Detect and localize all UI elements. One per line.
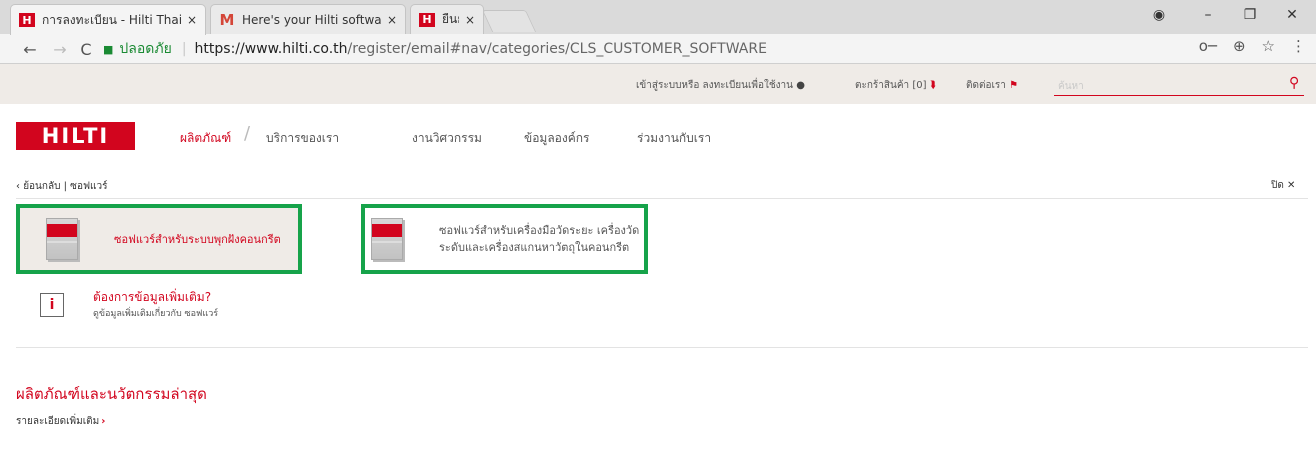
key-icon[interactable]: o─ — [1199, 37, 1217, 55]
more-info-link[interactable]: ดูข้อมูลเพิ่มเติมเกี่ยวกับ ซอฟแวร์ — [93, 306, 218, 320]
main-nav: HILTI ผลิตภัณฑ์ / บริการของเรา งานวิศวกร… — [0, 104, 1316, 166]
browser-menu-icon[interactable]: ⋮ — [1291, 37, 1306, 55]
more-info-title[interactable]: ต้องการข้อมูลเพิ่มเติม? — [93, 288, 211, 307]
url-field[interactable]: ■ ปลอดภัย | https://www.hilti.co.th /reg… — [103, 37, 1303, 61]
minimize-icon[interactable]: – — [1188, 0, 1228, 30]
breadcrumb-separator: | — [63, 181, 67, 192]
measuring-software-label: ซอฟแวร์สำหรับเครื่องมือวัดระยะ เครื่องวั… — [439, 222, 639, 256]
forward-icon[interactable]: → — [48, 37, 72, 61]
secure-label: ปลอดภัย — [119, 41, 172, 57]
restore-icon[interactable]: ❐ — [1230, 0, 1270, 30]
search-icon[interactable]: ⚲ — [1289, 75, 1299, 91]
omnibox-actions: o─ ⊕ ☆ ⋮ — [1199, 37, 1306, 55]
url-path: /register/email#nav/categories/CLS_CUSTO… — [347, 41, 767, 57]
flyout-divider — [16, 198, 1308, 199]
browser-tab-order-confirm[interactable]: H ยืนยันการสั่งซื้อ - Hilti Thail × — [410, 4, 484, 34]
nav-item-products[interactable]: ผลิตภัณฑ์ — [180, 129, 231, 148]
zoom-icon[interactable]: ⊕ — [1233, 37, 1246, 55]
anchor-software-label: ซอฟแวร์สำหรับระบบพุกฝังคอนกรีต — [114, 232, 281, 246]
anchor-software-card[interactable]: ซอฟแวร์สำหรับระบบพุกฝังคอนกรีต — [16, 204, 302, 274]
chevron-right-icon: › — [101, 416, 106, 427]
contact-label: ติดต่อเรา — [966, 80, 1006, 91]
info-icon: i — [40, 293, 64, 317]
tab-title: การลงทะเบียน - Hilti Thailan — [42, 12, 181, 27]
hilti-favicon-icon: H — [19, 13, 35, 27]
close-icon: ✕ — [1287, 180, 1296, 191]
bookmark-star-icon[interactable]: ☆ — [1262, 37, 1275, 55]
user-icon: ● — [796, 80, 805, 91]
gmail-favicon-icon: M — [219, 10, 235, 29]
tab-close-icon[interactable]: × — [187, 13, 197, 27]
measuring-software-label-line1: ซอฟแวร์สำหรับเครื่องมือวัดระยะ เครื่องวั… — [439, 224, 640, 237]
cart-label: ตะกร้าสินค้า [0] — [855, 80, 927, 91]
tab-close-icon[interactable]: × — [387, 13, 397, 27]
breadcrumb: ‹ ย้อนกลับ | ซอฟแวร์ — [16, 179, 107, 194]
reload-icon[interactable]: C — [74, 37, 98, 61]
nav-item-careers[interactable]: ร่วมงานกับเรา — [637, 129, 711, 148]
hilti-favicon-icon: H — [419, 12, 435, 27]
measuring-software-card[interactable]: ซอฟแวร์สำหรับเครื่องมือวัดระยะ เครื่องวั… — [361, 204, 648, 274]
breadcrumb-current: ซอฟแวร์ — [70, 181, 108, 192]
profile-icon[interactable]: ◉ — [1142, 0, 1176, 30]
software-box-image — [371, 218, 403, 260]
nav-item-services[interactable]: บริการของเรา — [266, 129, 339, 148]
more-details-label: รายละเอียดเพิ่มเติม — [16, 416, 100, 427]
omnibox-separator: | — [181, 41, 187, 57]
nav-item-company[interactable]: ข้อมูลองค์กร — [524, 129, 589, 148]
cart-link[interactable]: ตะกร้าสินค้า [0] ⮯ — [855, 78, 936, 93]
tab-close-icon[interactable]: × — [465, 13, 475, 27]
browser-tab-gmail[interactable]: M Here's your Hilti software × — [210, 4, 406, 34]
url-host: https://www.hilti.co.th — [194, 41, 348, 57]
back-link[interactable]: ย้อนกลับ — [23, 181, 60, 192]
tab-title: Here's your Hilti software — [242, 12, 381, 27]
login-register-link[interactable]: เข้าสู่ระบบหรือ ลงทะเบียนเพื่อใช้งาน ● — [636, 78, 805, 93]
browser-tab-strip: H การลงทะเบียน - Hilti Thailan × M Here'… — [0, 0, 1316, 35]
close-flyout-button[interactable]: ปิด ✕ — [1271, 178, 1295, 193]
lock-icon: ■ — [103, 42, 114, 56]
address-bar: ← → C ■ ปลอดภัย | https://www.hilti.co.t… — [0, 34, 1316, 64]
login-register-label: เข้าสู่ระบบหรือ ลงทะเบียนเพื่อใช้งาน — [636, 80, 794, 91]
browser-tab-register[interactable]: H การลงทะเบียน - Hilti Thailan × — [10, 4, 206, 35]
utility-bar: เข้าสู่ระบบหรือ ลงทะเบียนเพื่อใช้งาน ● ต… — [0, 64, 1316, 104]
close-flyout-label: ปิด — [1271, 180, 1284, 191]
new-tab-button[interactable] — [481, 10, 537, 32]
cart-icon: ⮯ — [929, 80, 936, 91]
flag-icon: ⚑ — [1009, 80, 1019, 91]
back-icon[interactable]: ← — [18, 37, 42, 61]
back-chevron-icon[interactable]: ‹ — [16, 181, 20, 192]
software-box-image — [46, 218, 78, 260]
tab-title: ยืนยันการสั่งซื้อ - Hilti Thail — [442, 12, 459, 26]
hilti-logo[interactable]: HILTI — [16, 122, 135, 150]
contact-link[interactable]: ติดต่อเรา ⚑ — [966, 78, 1018, 93]
nav-separator: / — [244, 123, 251, 144]
close-window-icon[interactable]: ✕ — [1272, 0, 1312, 30]
nav-item-engineering[interactable]: งานวิศวกรรม — [412, 129, 482, 148]
more-details-link[interactable]: รายละเอียดเพิ่มเติม › — [16, 414, 105, 429]
latest-products-title: ผลิตภัณฑ์และนวัตกรรมล่าสุด — [16, 385, 207, 403]
section-divider — [16, 347, 1308, 348]
measuring-software-label-line2: ระดับและเครื่องสแกนหาวัตถุในคอนกรีต — [439, 241, 630, 254]
search-input[interactable]: ค้นหา — [1054, 76, 1304, 96]
